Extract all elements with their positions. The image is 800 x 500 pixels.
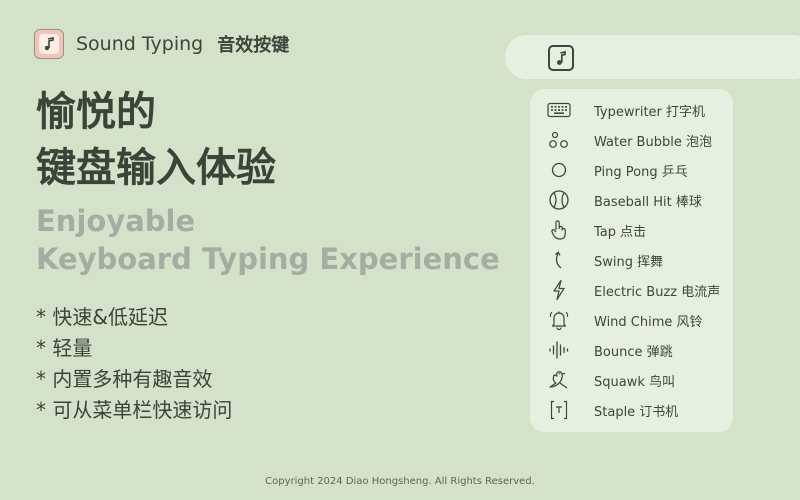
menu-item-label: Baseball Hit 棒球 — [594, 194, 702, 210]
staple-icon — [544, 395, 574, 425]
sound-menu: Typewriter 打字机 Water Bubble 泡泡 Ping Pong… — [530, 89, 733, 432]
copyright-text: Copyright 2024 Diao Hongsheng. All Right… — [265, 476, 535, 487]
menu-item-label: Typewriter 打字机 — [594, 104, 706, 120]
menu-item-electric-buzz[interactable]: Electric Buzz 电流声 — [530, 275, 733, 305]
baseball-icon — [544, 185, 574, 215]
tap-hand-icon — [544, 215, 574, 245]
headline-cn-line1: 愉悦的 — [36, 89, 156, 135]
headline-en-line1: Enjoyable — [36, 204, 196, 238]
headline-en-line2: Keyboard Typing Experience — [36, 242, 500, 276]
bird-icon — [544, 365, 574, 395]
headline-cn-line2: 键盘输入体验 — [36, 145, 276, 191]
bell-icon — [544, 305, 574, 335]
app-logo-icon — [34, 29, 64, 59]
menu-item-water-bubble[interactable]: Water Bubble 泡泡 — [530, 125, 733, 155]
menu-item-ping-pong[interactable]: Ping Pong 乒乓 — [530, 155, 733, 185]
bubbles-icon — [544, 125, 574, 155]
menu-item-label: Ping Pong 乒乓 — [594, 164, 688, 180]
app-name: Sound Typing — [76, 33, 204, 55]
feature-item: * 内置多种有趣音效 — [36, 367, 213, 391]
menu-item-label: Electric Buzz 电流声 — [594, 284, 721, 300]
menu-bar — [505, 35, 800, 79]
menu-item-wind-chime[interactable]: Wind Chime 风铃 — [530, 305, 733, 335]
menu-item-typewriter[interactable]: Typewriter 打字机 — [530, 95, 733, 125]
feature-item: * 可从菜单栏快速访问 — [36, 398, 233, 422]
menu-item-label: Water Bubble 泡泡 — [594, 134, 712, 150]
music-note-icon[interactable] — [548, 45, 574, 71]
menu-item-label: Bounce 弹跳 — [594, 344, 673, 360]
menu-item-label: Wind Chime 风铃 — [594, 314, 703, 330]
menu-item-bounce[interactable]: Bounce 弹跳 — [530, 335, 733, 365]
menu-item-baseball-hit[interactable]: Baseball Hit 棒球 — [530, 185, 733, 215]
menu-item-swing[interactable]: Swing 挥舞 — [530, 245, 733, 275]
feature-item: * 轻量 — [36, 336, 93, 360]
menu-item-squawk[interactable]: Squawk 鸟叫 — [530, 365, 733, 395]
headline-english: Enjoyable Keyboard Typing Experience — [36, 202, 500, 278]
menu-item-label: Tap 点击 — [594, 224, 647, 240]
headline-chinese: 愉悦的 键盘输入体验 — [36, 84, 276, 196]
menu-item-tap[interactable]: Tap 点击 — [530, 215, 733, 245]
app-header: Sound Typing 音效按键 — [34, 28, 289, 60]
menu-item-label: Staple 订书机 — [594, 404, 679, 420]
feature-list: * 快速&低延迟 * 轻量 * 内置多种有趣音效 * 可从菜单栏快速访问 — [36, 302, 232, 426]
keyboard-icon — [544, 95, 574, 125]
menu-item-label: Squawk 鸟叫 — [594, 374, 676, 390]
app-name-chinese: 音效按键 — [217, 35, 290, 56]
circle-icon — [544, 155, 574, 185]
menu-item-staple[interactable]: Staple 订书机 — [530, 395, 733, 425]
swing-arrow-icon — [544, 245, 574, 275]
feature-item: * 快速&低延迟 — [36, 305, 168, 329]
waveform-icon — [544, 335, 574, 365]
menu-item-label: Swing 挥舞 — [594, 254, 664, 270]
lightning-icon — [544, 275, 574, 305]
